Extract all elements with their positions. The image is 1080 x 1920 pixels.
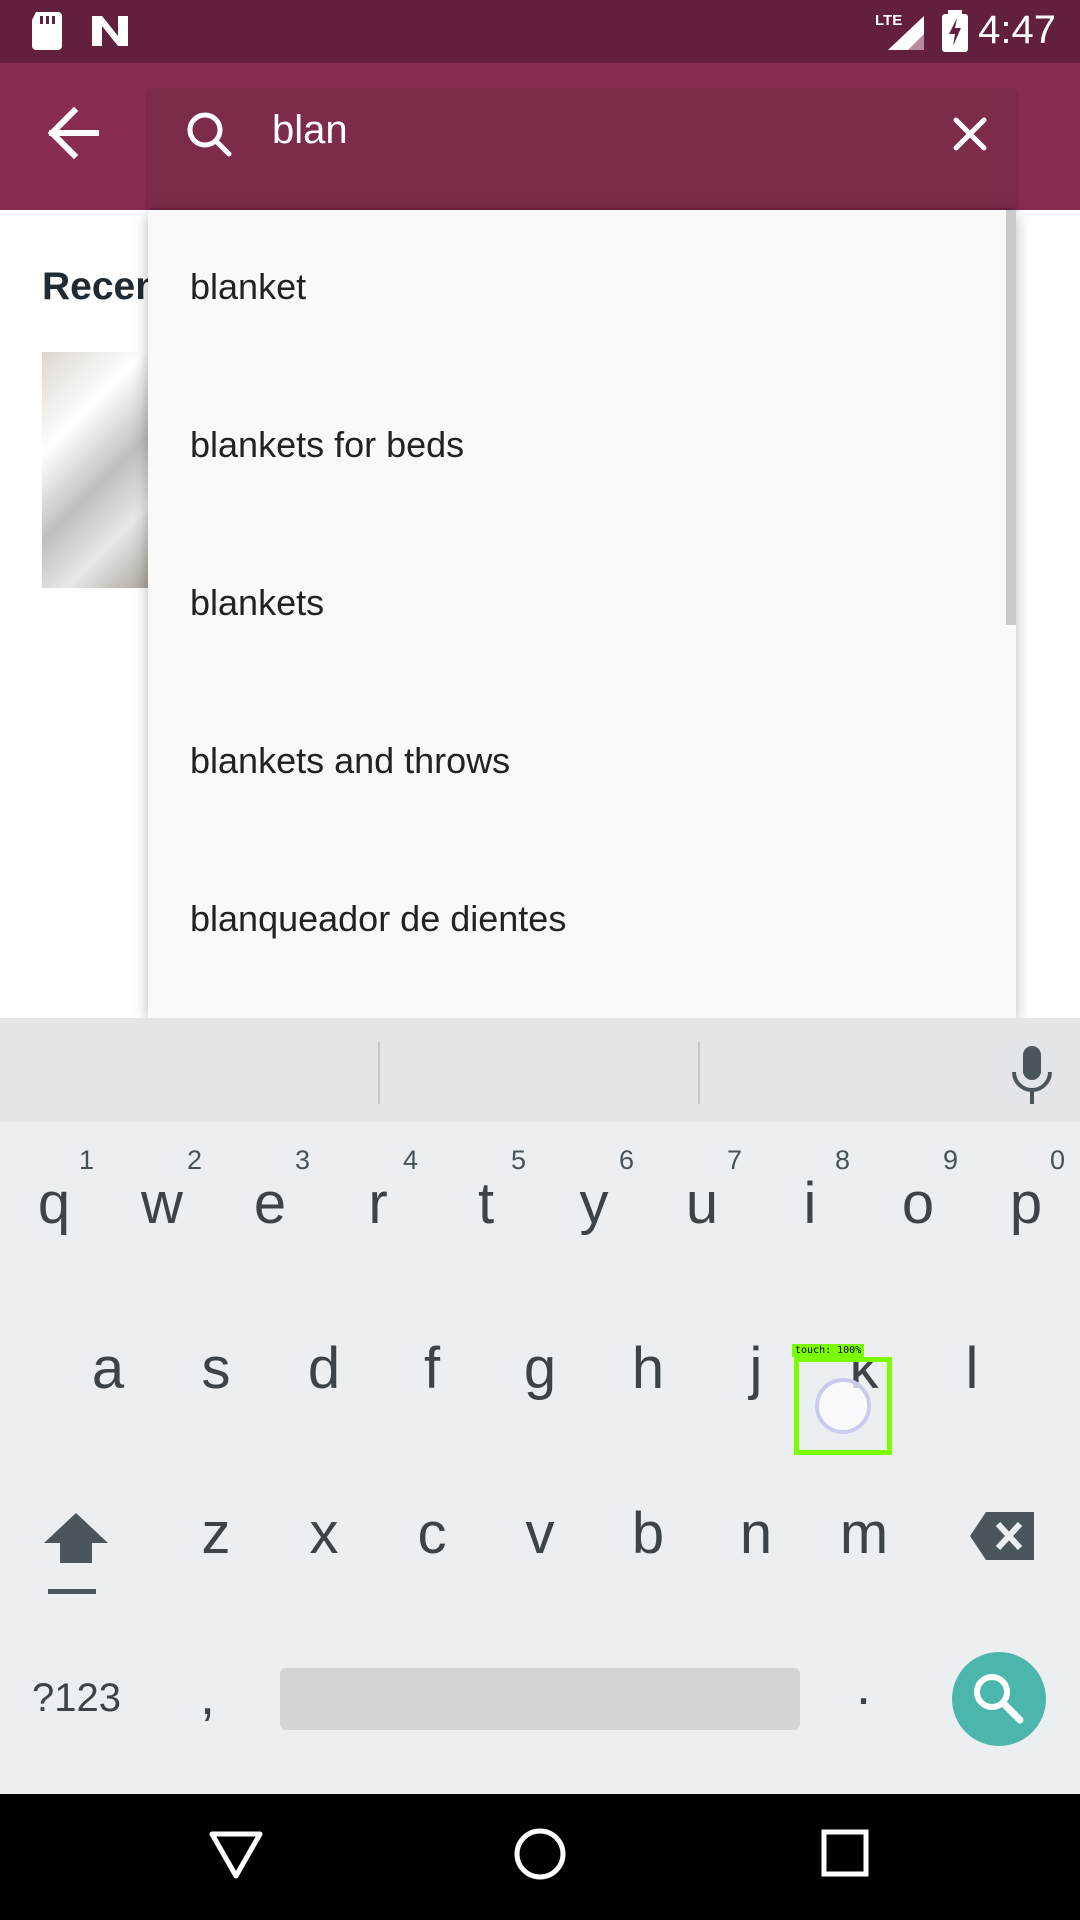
key-x[interactable]: x — [274, 1500, 374, 1567]
search-input[interactable]: blan — [272, 108, 348, 153]
key-e[interactable]: e — [220, 1170, 320, 1237]
space-key[interactable] — [280, 1668, 800, 1730]
backspace-icon — [970, 1512, 1034, 1560]
key-n[interactable]: n — [706, 1500, 806, 1567]
strip-divider — [698, 1042, 700, 1104]
key-j[interactable]: j — [706, 1335, 806, 1402]
key-i[interactable]: i — [760, 1170, 860, 1237]
dropdown-scrollbar[interactable] — [1006, 210, 1016, 625]
n-notification-icon — [92, 16, 128, 46]
status-bar: LTE 4:47 — [0, 0, 1080, 63]
key-m[interactable]: m — [814, 1500, 914, 1567]
back-triangle-icon[interactable] — [208, 1830, 264, 1882]
touch-highlight-box — [794, 1357, 892, 1455]
suggestion-label: blankets — [190, 582, 325, 623]
key-r[interactable]: r — [328, 1170, 428, 1237]
clear-search-button[interactable] — [940, 104, 1000, 164]
strip-divider — [378, 1042, 380, 1104]
key-w[interactable]: w — [112, 1170, 212, 1237]
suggestion-item[interactable]: blanket — [148, 210, 1010, 368]
back-button[interactable] — [30, 75, 118, 195]
comma-key[interactable]: , — [200, 1665, 215, 1727]
suggestion-label: blankets for beds — [190, 424, 465, 465]
clock: 4:47 — [978, 8, 1056, 52]
suggestion-label: blanket — [190, 266, 307, 307]
signal-icon — [888, 16, 924, 50]
recent-section-title: Recen — [42, 265, 160, 308]
key-s[interactable]: s — [166, 1335, 266, 1402]
key-v[interactable]: v — [490, 1500, 590, 1567]
suggestion-label: blanqueador de dientes — [190, 898, 567, 939]
sd-card-icon — [32, 12, 62, 50]
recents-square-icon[interactable] — [820, 1828, 870, 1878]
keyboard-suggestion-strip — [0, 1018, 1080, 1122]
shift-icon — [44, 1513, 108, 1594]
period-key[interactable]: . — [856, 1655, 871, 1717]
key-f[interactable]: f — [382, 1335, 482, 1402]
voice-input-button[interactable] — [1005, 1042, 1059, 1106]
search-icon — [187, 112, 232, 157]
touch-label: touch: 100% — [792, 1344, 865, 1357]
recent-item-thumbnail[interactable] — [42, 352, 152, 588]
home-circle-icon[interactable] — [512, 1826, 568, 1882]
key-y[interactable]: y — [544, 1170, 644, 1237]
suggestion-dropdown: blanket blankets for beds blankets blank… — [148, 210, 1016, 1018]
suggestion-item[interactable]: blankets for beds — [148, 368, 1010, 526]
key-h[interactable]: h — [598, 1335, 698, 1402]
suggestion-label: blankets and throws — [190, 740, 511, 781]
key-l[interactable]: l — [922, 1335, 1022, 1402]
suggestion-item[interactable]: blanqueador de dientes — [148, 842, 1010, 1000]
key-u[interactable]: u — [652, 1170, 752, 1237]
key-q[interactable]: q — [4, 1170, 104, 1237]
suggestion-item[interactable]: blankets and throws — [148, 684, 1010, 842]
key-o[interactable]: o — [868, 1170, 968, 1237]
key-p[interactable]: p — [976, 1170, 1076, 1237]
key-a[interactable]: a — [58, 1335, 158, 1402]
suggestion-item[interactable]: blankets — [148, 526, 1010, 684]
close-icon — [953, 117, 987, 151]
search-key[interactable] — [952, 1652, 1046, 1746]
shift-key[interactable] — [40, 1505, 112, 1595]
navigation-bar — [0, 1794, 1080, 1920]
key-t[interactable]: t — [436, 1170, 536, 1237]
key-z[interactable]: z — [166, 1500, 266, 1567]
search-icon — [974, 1674, 1024, 1724]
key-d[interactable]: d — [274, 1335, 374, 1402]
symbols-key[interactable]: ?123 — [32, 1676, 121, 1721]
backspace-key[interactable] — [968, 1508, 1038, 1564]
arrow-left-icon — [47, 106, 99, 160]
key-b[interactable]: b — [598, 1500, 698, 1567]
microphone-icon — [1012, 1046, 1052, 1104]
key-g[interactable]: g — [490, 1335, 590, 1402]
key-c[interactable]: c — [382, 1500, 482, 1567]
battery-charging-icon — [942, 10, 968, 52]
